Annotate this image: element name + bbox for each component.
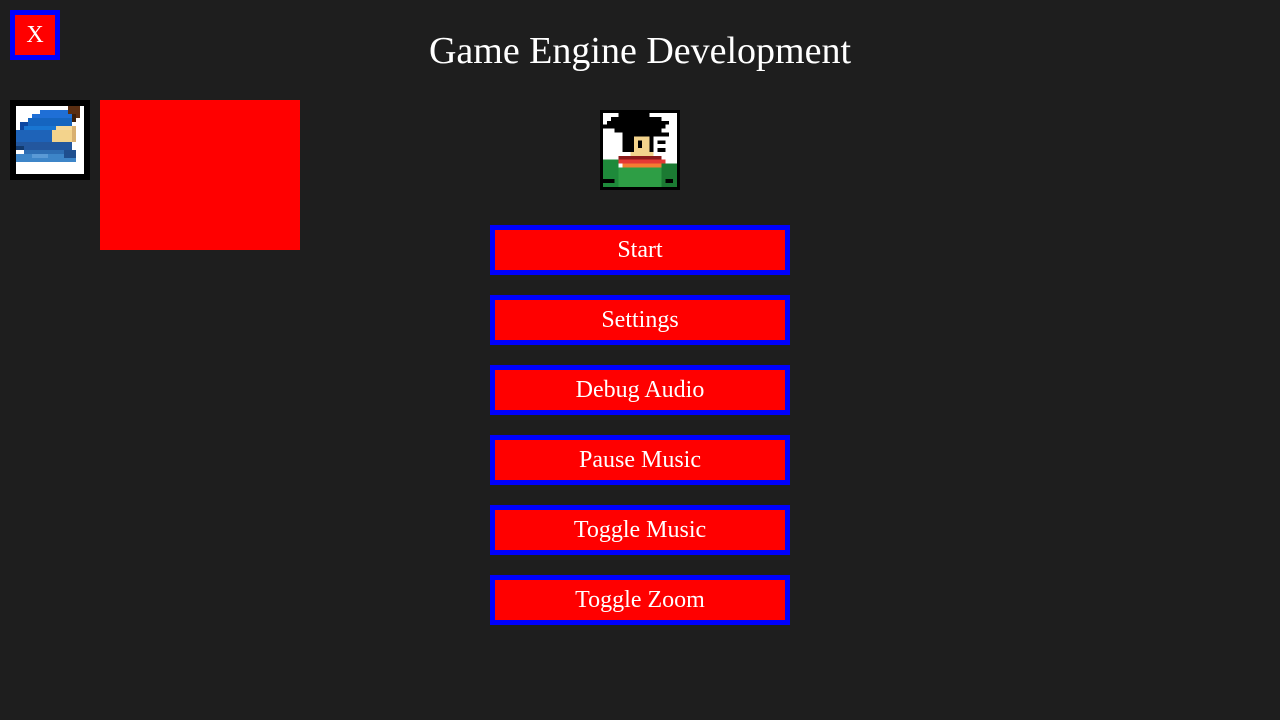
settings-button[interactable]: Settings bbox=[490, 295, 790, 345]
red-placeholder-panel bbox=[100, 100, 300, 250]
toggle-zoom-button[interactable]: Toggle Zoom bbox=[490, 575, 790, 625]
debug-audio-button-label: Debug Audio bbox=[575, 376, 705, 403]
toggle-zoom-button-label: Toggle Zoom bbox=[575, 586, 705, 613]
start-button[interactable]: Start bbox=[490, 225, 790, 275]
main-menu: Start Settings Debug Audio Pause Music T… bbox=[490, 225, 790, 645]
page-title: Game Engine Development bbox=[428, 30, 852, 72]
start-button-label: Start bbox=[617, 236, 663, 263]
toggle-music-button[interactable]: Toggle Music bbox=[490, 505, 790, 555]
blue-character-sprite-icon bbox=[10, 100, 90, 180]
game-screen: X Game Engine Development Start Settings… bbox=[0, 0, 1280, 720]
hero-character-sprite-icon bbox=[600, 110, 680, 190]
toggle-music-button-label: Toggle Music bbox=[573, 516, 707, 543]
pause-music-button-label: Pause Music bbox=[579, 446, 701, 473]
pause-music-button[interactable]: Pause Music bbox=[490, 435, 790, 485]
debug-audio-button[interactable]: Debug Audio bbox=[490, 365, 790, 415]
settings-button-label: Settings bbox=[601, 306, 679, 333]
